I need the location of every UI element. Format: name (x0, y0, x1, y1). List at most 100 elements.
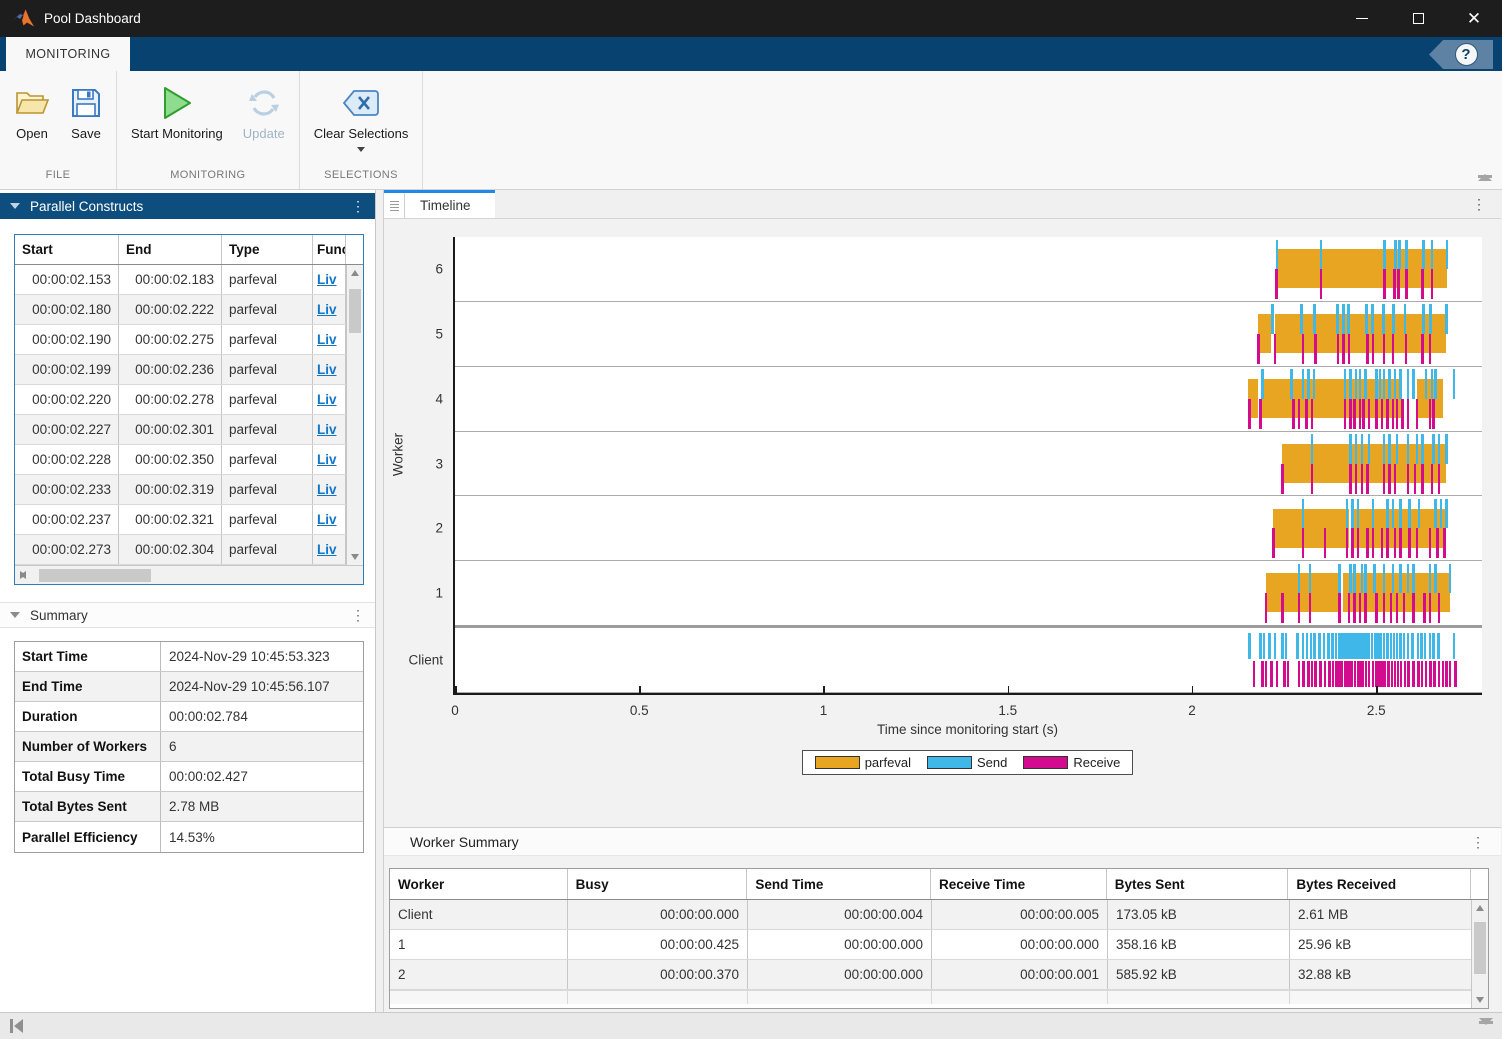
cell-worker: Client (390, 900, 568, 929)
table-row[interactable]: 00:00:02.22000:00:02.278parfevalLiv (15, 385, 346, 415)
receive-tick (1372, 661, 1375, 687)
table-row[interactable]: 200:00:00.37000:00:00.00000:00:00.001585… (390, 960, 1488, 990)
table-row[interactable]: 00:00:02.23700:00:02.321parfevalLiv (15, 505, 346, 535)
timeline-plot[interactable]: 654321Client00.511.522.5 (453, 237, 1482, 695)
function-link[interactable]: Liv (317, 542, 337, 557)
scroll-right-icon[interactable] (15, 566, 31, 584)
receive-tick (1397, 661, 1400, 687)
parfeval-bar[interactable] (1266, 573, 1340, 612)
receive-tick (1348, 593, 1351, 623)
parfeval-bar[interactable] (1258, 314, 1271, 353)
table-row[interactable]: 00:00:02.15300:00:02.183parfevalLiv (15, 265, 346, 295)
table-row[interactable]: 00:00:02.22700:00:02.301parfevalLiv (15, 415, 346, 445)
worker-summary-scrollbar[interactable] (1471, 900, 1488, 1008)
scrollbar-thumb[interactable] (39, 569, 151, 582)
cell-function: Liv (313, 505, 346, 534)
send-tick (1417, 633, 1420, 659)
function-link[interactable]: Liv (317, 452, 337, 467)
cell-function: Liv (313, 325, 346, 354)
receive-tick (1364, 593, 1367, 623)
table-row[interactable]: 00:00:02.27300:00:02.304parfevalLiv (15, 535, 346, 565)
scroll-up-icon[interactable] (347, 265, 363, 281)
document-menu-icon[interactable]: ⋮ (1472, 190, 1501, 218)
constructs-vertical-scrollbar[interactable] (346, 265, 363, 565)
table-row[interactable]: 00:00:02.22800:00:02.350parfevalLiv (15, 445, 346, 475)
parfeval-bar[interactable] (1273, 509, 1349, 548)
tab-monitoring[interactable]: MONITORING (6, 37, 130, 71)
scroll-up-icon[interactable] (1472, 900, 1488, 916)
function-link[interactable]: Liv (317, 392, 337, 407)
receive-tick (1349, 464, 1352, 494)
collapse-bottom-panel-button[interactable] (1479, 1018, 1493, 1025)
tab-timeline[interactable]: Timeline (405, 193, 495, 218)
scroll-down-icon[interactable] (347, 549, 363, 565)
send-tick (1347, 304, 1350, 333)
receive-tick (1396, 593, 1399, 623)
table-row[interactable]: 00:00:02.23300:00:02.319parfevalLiv (15, 475, 346, 505)
function-link[interactable]: Liv (317, 482, 337, 497)
receive-tick (1359, 593, 1362, 623)
receive-tick (1397, 269, 1400, 299)
function-link[interactable]: Liv (317, 422, 337, 437)
col-start[interactable]: Start (15, 235, 119, 264)
send-tick (1259, 633, 1262, 659)
table-row[interactable]: Client00:00:00.00000:00:00.00400:00:00.0… (390, 900, 1488, 930)
table-row[interactable]: 00:00:02.18000:00:02.222parfevalLiv (15, 295, 346, 325)
col-receive-time[interactable]: Receive Time (931, 869, 1107, 899)
cell-start: 00:00:02.227 (15, 415, 119, 444)
collapse-ribbon-button[interactable] (1477, 174, 1493, 181)
col-bytes-received[interactable]: Bytes Received (1288, 869, 1471, 899)
receive-tick (1405, 269, 1408, 299)
col-function[interactable]: Function (313, 235, 346, 264)
tab-grip-icon[interactable] (384, 193, 405, 218)
col-bytes-sent[interactable]: Bytes Sent (1107, 869, 1289, 899)
panel-splitter[interactable] (376, 190, 384, 1012)
table-row[interactable]: 00:00:02.19000:00:02.275parfevalLiv (15, 325, 346, 355)
panel-menu-icon[interactable]: ⋮ (351, 199, 365, 213)
col-busy[interactable]: Busy (568, 869, 748, 899)
send-tick (1399, 369, 1402, 398)
col-end[interactable]: End (119, 235, 222, 264)
function-link[interactable]: Liv (317, 332, 337, 347)
receive-tick (1383, 593, 1386, 623)
panel-menu-icon[interactable]: ⋮ (351, 608, 365, 622)
help-button[interactable]: ? (1429, 40, 1493, 69)
send-tick (1383, 240, 1386, 269)
save-button[interactable]: Save (60, 81, 112, 143)
col-worker[interactable]: Worker (390, 869, 568, 899)
receive-tick (1272, 528, 1275, 558)
collapse-panel-icon[interactable] (10, 612, 20, 618)
title-bar: Pool Dashboard ✕ (0, 0, 1502, 37)
scrollbar-thumb[interactable] (1474, 922, 1486, 974)
chevron-down-icon[interactable] (357, 147, 365, 152)
minimize-button[interactable] (1334, 0, 1390, 37)
collapse-left-panel-button[interactable] (10, 1019, 23, 1033)
table-row[interactable]: 00:00:02.19900:00:02.236parfevalLiv (15, 355, 346, 385)
start-monitoring-button[interactable]: Start Monitoring (121, 81, 233, 143)
constructs-horizontal-scrollbar[interactable] (15, 565, 363, 584)
close-button[interactable]: ✕ (1446, 0, 1502, 37)
x-axis-tick (639, 686, 641, 693)
table-row[interactable]: 100:00:00.42500:00:00.00000:00:00.000358… (390, 930, 1488, 960)
function-link[interactable]: Liv (317, 362, 337, 377)
function-link[interactable]: Liv (317, 272, 337, 287)
panel-menu-icon[interactable]: ⋮ (1471, 835, 1485, 849)
summary-row: Parallel Efficiency14.53% (15, 822, 363, 852)
receive-tick (1366, 528, 1369, 558)
worker-summary-header[interactable]: Worker Summary ⋮ (384, 827, 1501, 856)
maximize-button[interactable] (1390, 0, 1446, 37)
col-send-time[interactable]: Send Time (747, 869, 931, 899)
receive-tick (1388, 464, 1391, 494)
parallel-constructs-header[interactable]: Parallel Constructs ⋮ (0, 193, 375, 219)
receive-tick (1274, 334, 1277, 364)
receive-tick (1431, 464, 1434, 494)
collapse-panel-icon[interactable] (10, 203, 20, 209)
function-link[interactable]: Liv (317, 302, 337, 317)
open-button[interactable]: Open (4, 81, 60, 143)
scrollbar-thumb[interactable] (349, 289, 361, 333)
function-link[interactable]: Liv (317, 512, 337, 527)
clear-selections-button[interactable]: Clear Selections (304, 81, 419, 154)
scroll-down-icon[interactable] (1472, 992, 1488, 1008)
col-type[interactable]: Type (222, 235, 313, 264)
summary-header[interactable]: Summary ⋮ (0, 602, 375, 628)
